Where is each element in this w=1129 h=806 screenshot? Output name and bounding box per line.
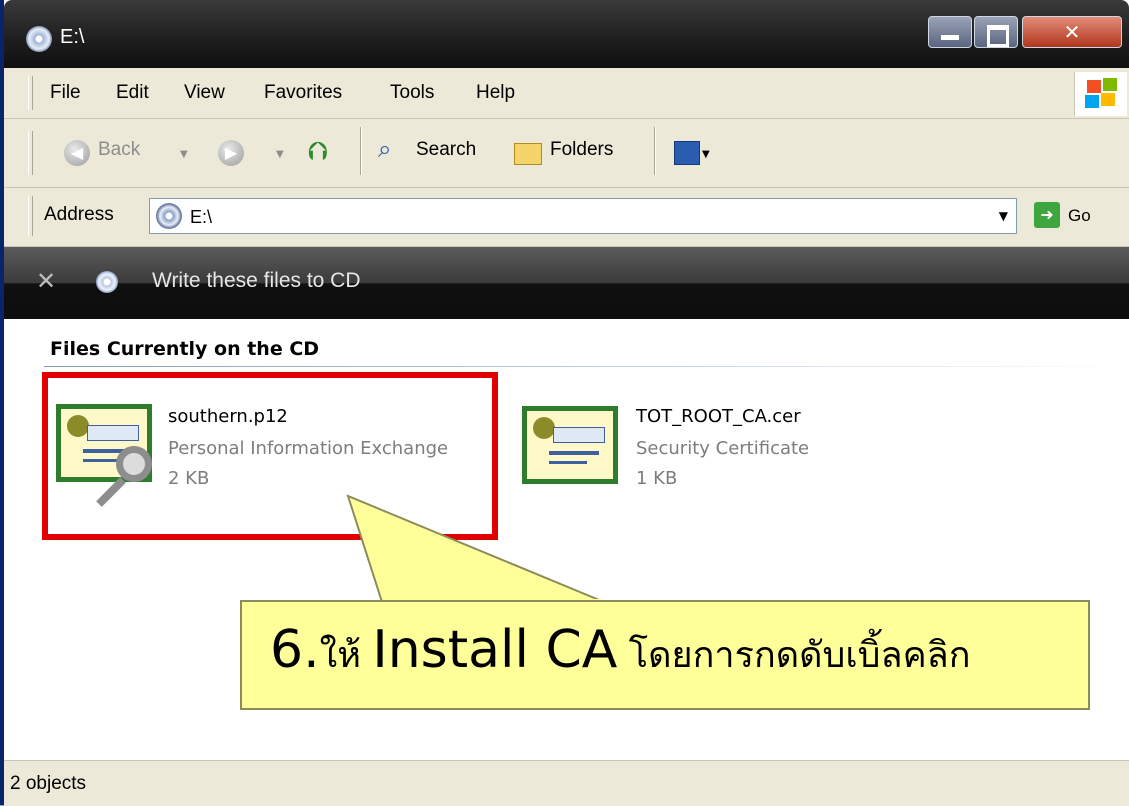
window-title: E:\	[60, 26, 85, 48]
toolbar-separator	[654, 127, 655, 175]
address-bar: Address E:\ ▼ ➜ Go	[4, 188, 1129, 247]
folders-icon[interactable]	[514, 143, 542, 165]
callout-suffix: โดยการกดดับเบิ้ลคลิก	[617, 635, 971, 676]
minimize-button[interactable]	[928, 16, 972, 48]
search-icon[interactable]: ⌕	[378, 135, 391, 163]
address-grip[interactable]	[28, 196, 33, 236]
maximize-button[interactable]	[974, 16, 1018, 48]
cd-task-bar: ✕ Write these files to CD	[4, 247, 1129, 319]
toolbar-grip[interactable]	[28, 131, 33, 175]
status-object-count: 2 objects	[10, 773, 87, 794]
forward-dropdown-icon[interactable]: ▼	[276, 149, 284, 160]
certificate-icon	[522, 406, 618, 484]
highlight-box	[42, 372, 498, 540]
forward-arrow-icon[interactable]: ▶	[218, 140, 244, 166]
write-files-to-cd-link[interactable]: Write these files to CD	[152, 269, 361, 293]
callout-text: 6.ให้ Install CA โดยการกดดับเบิ้ลคลิก	[270, 620, 971, 683]
address-input[interactable]: E:\ ▼	[149, 198, 1017, 234]
file-item-tot-root-ca[interactable]: TOT_ROOT_CA.cer Security Certificate 1 K…	[518, 392, 938, 522]
search-button[interactable]: Search	[416, 139, 476, 161]
close-icon[interactable]: ✕	[36, 267, 56, 295]
menu-grip[interactable]	[28, 76, 33, 110]
standard-toolbar: ◀ Back ▼ ▶ ▼ ⮉ ⌕ Search Folders ▼	[4, 119, 1129, 188]
menu-help[interactable]: Help	[476, 82, 515, 104]
back-arrow-icon[interactable]: ◀	[64, 140, 90, 166]
menu-favorites[interactable]: Favorites	[264, 82, 342, 104]
views-icon[interactable]	[674, 141, 700, 165]
menu-edit[interactable]: Edit	[116, 82, 149, 104]
callout-prefix: ให้	[319, 635, 373, 676]
instruction-callout: 6.ให้ Install CA โดยการกดดับเบิ้ลคลิก	[240, 600, 1090, 710]
menu-view[interactable]: View	[184, 82, 225, 104]
up-folder-icon[interactable]: ⮉	[308, 137, 328, 168]
views-dropdown-icon[interactable]: ▼	[702, 149, 710, 160]
close-button[interactable]: ✕	[1022, 16, 1122, 48]
go-button[interactable]: Go	[1068, 206, 1091, 226]
cd-write-icon	[96, 271, 118, 293]
title-bar[interactable]: E:\ ✕	[4, 0, 1129, 68]
go-arrow-icon[interactable]: ➜	[1034, 202, 1060, 228]
cd-drive-icon	[26, 26, 52, 52]
back-button[interactable]: Back	[98, 139, 140, 161]
cd-drive-icon	[156, 203, 182, 229]
address-dropdown-icon[interactable]: ▼	[999, 209, 1008, 223]
folders-button[interactable]: Folders	[550, 139, 613, 161]
toolbar-separator	[360, 127, 361, 175]
windows-logo-icon	[1074, 72, 1127, 116]
file-type: Security Certificate	[636, 438, 810, 459]
group-divider	[44, 366, 1129, 367]
callout-emphasis: Install CA	[372, 620, 618, 680]
back-dropdown-icon[interactable]: ▼	[180, 149, 188, 160]
address-label: Address	[44, 204, 114, 225]
menu-file[interactable]: File	[50, 82, 81, 104]
menu-tools[interactable]: Tools	[390, 82, 434, 104]
status-bar: 2 objects	[4, 760, 1129, 806]
file-name: TOT_ROOT_CA.cer	[636, 406, 801, 427]
callout-number: 6.	[270, 620, 320, 680]
file-size: 1 KB	[636, 468, 678, 489]
explorer-window: E:\ ✕ File Edit View Favorites Tools Hel…	[0, 0, 1129, 806]
menu-bar: File Edit View Favorites Tools Help	[4, 68, 1129, 119]
group-header: Files Currently on the CD	[50, 338, 320, 360]
address-value[interactable]: E:\	[190, 207, 212, 228]
